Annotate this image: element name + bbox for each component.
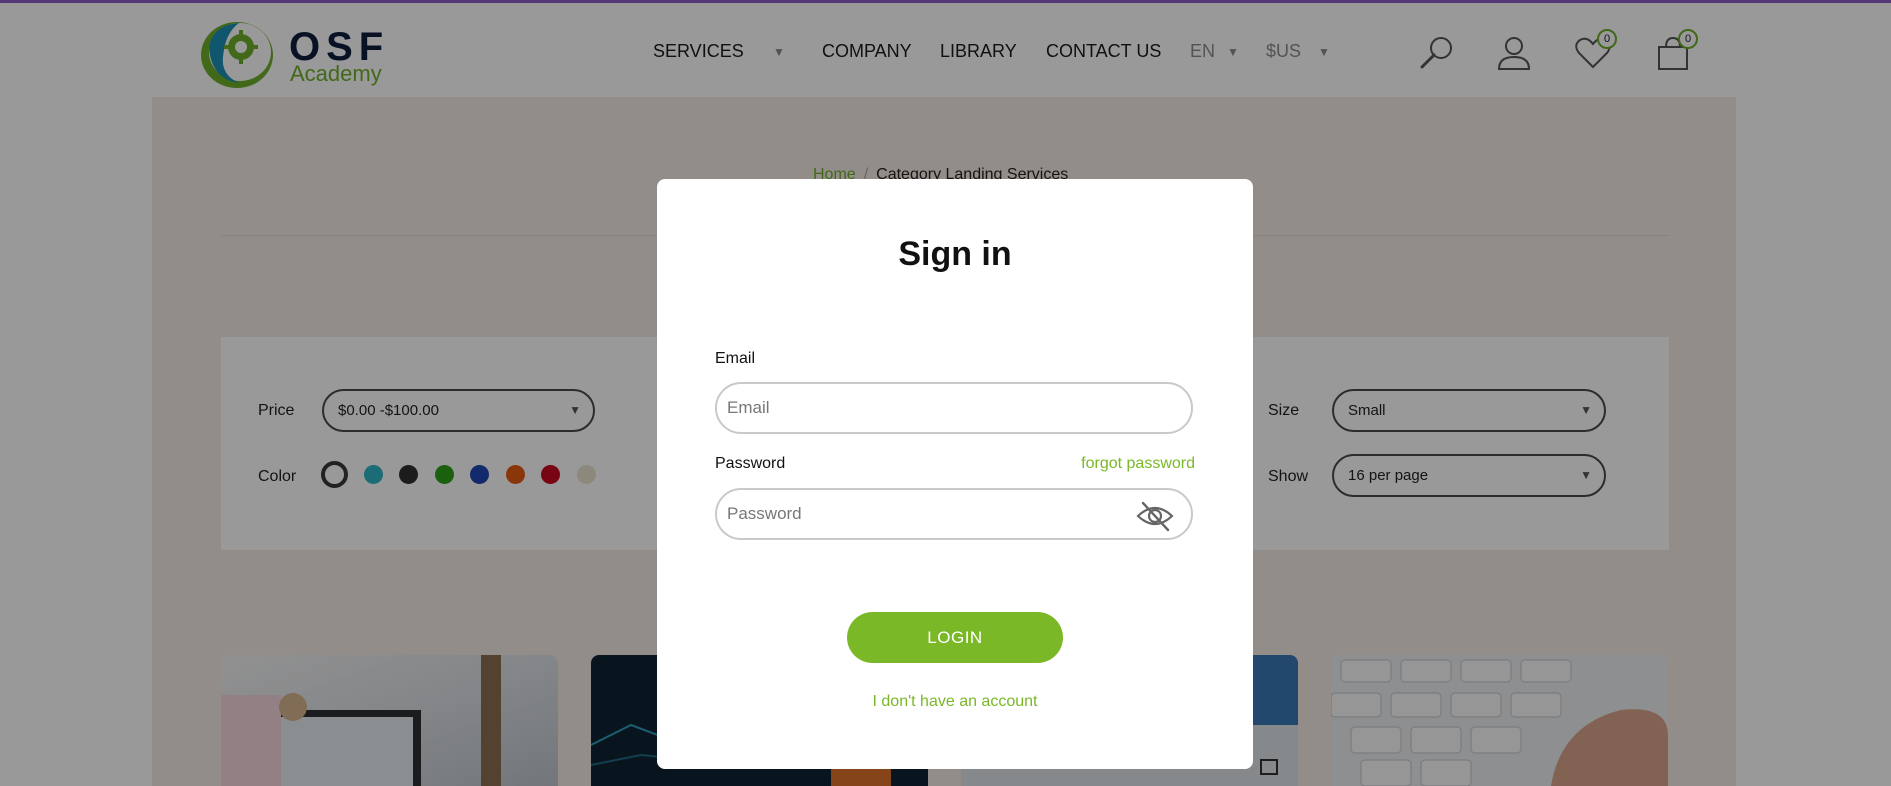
eye-slash-icon[interactable] (1135, 499, 1175, 533)
login-button[interactable]: LOGIN (847, 612, 1063, 663)
forgot-password-link[interactable]: forgot password (1081, 455, 1195, 473)
email-label: Email (715, 350, 756, 367)
sign-in-modal: Sign in Email Password forgot password L… (657, 179, 1253, 769)
modal-title: Sign in (898, 235, 1012, 273)
password-label: Password (715, 455, 786, 472)
no-account-link[interactable]: I don't have an account (657, 693, 1253, 711)
email-field[interactable] (715, 382, 1193, 434)
password-field[interactable] (715, 488, 1193, 540)
